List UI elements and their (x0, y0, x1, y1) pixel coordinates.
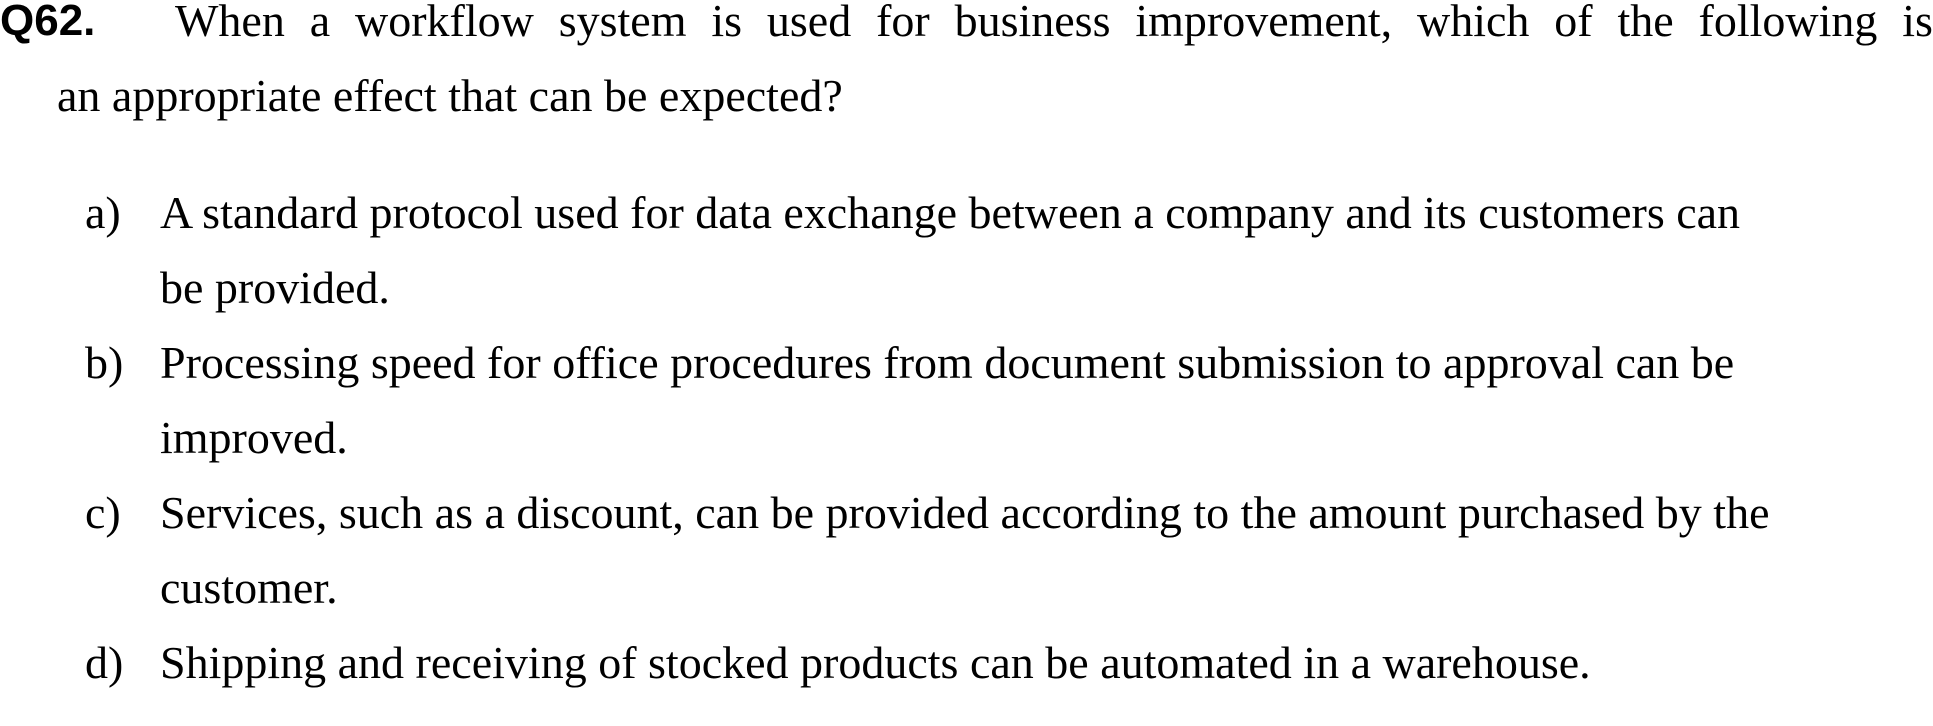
exam-page: Q62. When a workflow system is used for busines… (0, 0, 1933, 726)
question-word: the (1617, 0, 1674, 46)
option-label: c) (85, 487, 121, 538)
question-word: used (766, 0, 852, 46)
question-word: When (175, 0, 285, 46)
question-word: for (876, 0, 930, 46)
option-text-line: customer. (160, 562, 338, 613)
question-text-line-1: When a workflow system is used for business impr… (175, 0, 1933, 58)
option-text-line: Processing speed for office procedures f… (160, 337, 1735, 388)
question-number: Q62. (0, 0, 96, 45)
question-text-line-2: an appropriate effect that can be expect… (57, 70, 843, 121)
question-line-1: Q62. When a workflow system is used for busines… (0, 0, 1933, 58)
option-label: d) (85, 637, 124, 688)
option-label: b) (85, 337, 124, 388)
question-word: a (309, 0, 331, 46)
question-word: business (954, 0, 1111, 46)
question-word: of (1554, 0, 1593, 46)
question-word: system (558, 0, 687, 46)
option-text-line: A standard protocol used for data exchan… (160, 187, 1741, 238)
option-text-line: Services, such as a discount, can be pro… (160, 487, 1770, 538)
question-word: following (1698, 0, 1878, 46)
question-word: is (1902, 0, 1933, 46)
question-word: which (1416, 0, 1530, 46)
question-word: is (711, 0, 743, 46)
question-word: improvement, (1135, 0, 1393, 46)
option-text-line: improved. (160, 412, 348, 463)
option-text-line: be provided. (160, 262, 390, 313)
option-text-line: Shipping and receiving of stocked produc… (160, 637, 1591, 688)
question-word: workflow (354, 0, 534, 46)
option-label: a) (85, 187, 121, 238)
